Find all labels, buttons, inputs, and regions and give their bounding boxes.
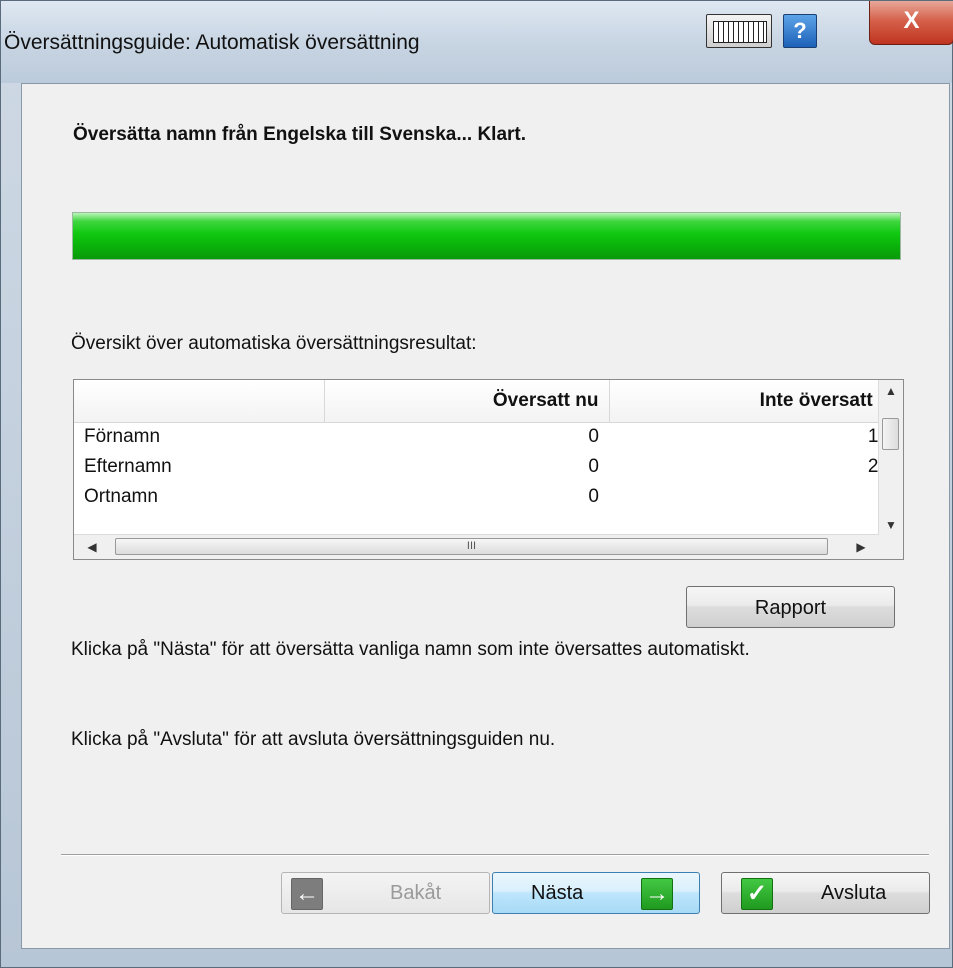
checkmark-icon: ✓ — [741, 878, 773, 910]
vertical-scroll-thumb[interactable] — [882, 418, 899, 450]
next-button-label: Nästa — [531, 882, 584, 904]
vertical-scrollbar[interactable]: ▲ ▼ — [878, 380, 903, 536]
footer-divider — [61, 854, 929, 856]
progress-fill — [73, 213, 900, 259]
scroll-left-icon[interactable]: ◀ — [80, 535, 104, 559]
row-not-translated: 21 — [609, 452, 899, 482]
row-name: Efternamn — [84, 456, 172, 477]
table-row[interactable]: Förnamn 0 16 — [74, 422, 899, 452]
column-header-name[interactable] — [74, 380, 325, 423]
scroll-down-icon[interactable]: ▼ — [879, 514, 903, 536]
wizard-content: Översätta namn från Engelska till Svensk… — [21, 83, 950, 949]
grid-header-row: Översatt nu Inte översatt ä — [74, 380, 900, 423]
keyboard-keys — [713, 21, 767, 43]
horizontal-scroll-thumb[interactable]: III — [115, 538, 828, 555]
column-header-translated[interactable]: Översatt nu — [324, 380, 610, 423]
back-button-label: Bakåt — [390, 882, 442, 904]
scroll-up-icon[interactable]: ▲ — [879, 380, 903, 402]
scroll-right-icon[interactable]: ▶ — [849, 535, 873, 559]
help-button[interactable]: ? — [783, 14, 817, 48]
row-not-translated: 16 — [609, 422, 899, 452]
row-name: Förnamn — [84, 426, 161, 448]
results-grid[interactable]: Översatt nu Inte översatt ä Förnamn 0 16… — [73, 379, 904, 560]
arrow-left-icon: ← — [291, 878, 323, 910]
close-button[interactable]: X — [869, 1, 953, 45]
window-title: Översättningsguide: Automatisk översättn… — [4, 31, 420, 54]
instruction-finish: Klicka på "Avsluta" för att avsluta över… — [71, 729, 556, 750]
title-bar: Översättningsguide: Automatisk översättn… — [1, 1, 953, 83]
status-heading: Översätta namn från Engelska till Svensk… — [73, 124, 527, 145]
back-button[interactable]: ← Bakåt — [281, 872, 490, 914]
results-table: Översatt nu Inte översatt ä Förnamn 0 16… — [74, 380, 900, 512]
wizard-window: Översättningsguide: Automatisk översättn… — [0, 0, 953, 968]
finish-button-label: Avsluta — [821, 882, 887, 904]
table-row[interactable]: Ortnamn 0 1 — [74, 482, 899, 512]
overview-label: Översikt över automatiska översättningsr… — [71, 333, 477, 354]
scrollbar-corner — [879, 535, 903, 559]
next-button[interactable]: Nästa → — [492, 872, 700, 914]
instruction-next: Klicka på "Nästa" för att översätta vanl… — [71, 639, 750, 660]
row-name: Ortnamn — [84, 486, 158, 507]
table-row[interactable]: Efternamn 0 21 — [74, 452, 899, 482]
row-not-translated: 1 — [609, 482, 899, 512]
column-header-not-translated[interactable]: Inte översatt ä — [609, 380, 900, 423]
report-button[interactable]: Rapport — [686, 586, 895, 628]
row-translated: 0 — [588, 486, 599, 507]
row-translated: 0 — [588, 426, 599, 448]
horizontal-scrollbar[interactable]: ◀ III ▶ — [74, 534, 879, 559]
row-translated: 0 — [588, 456, 599, 477]
progress-bar — [72, 212, 901, 260]
keyboard-icon[interactable] — [706, 14, 772, 48]
finish-button[interactable]: ✓ Avsluta — [721, 872, 930, 914]
arrow-right-icon: → — [641, 878, 673, 910]
